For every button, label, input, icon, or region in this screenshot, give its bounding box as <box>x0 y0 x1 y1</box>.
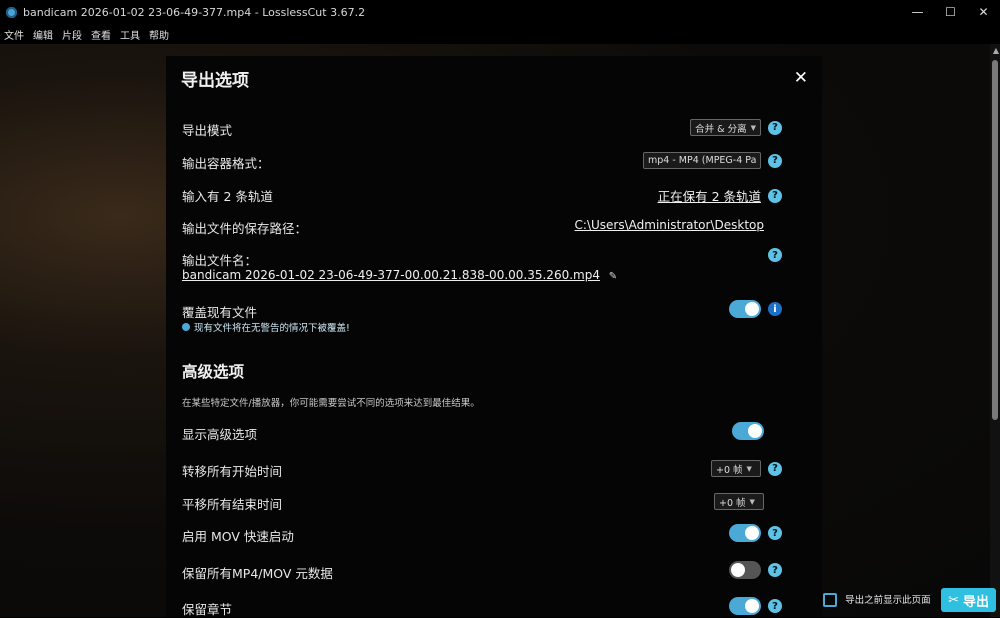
container-value: mp4 - MP4 (MPEG-4 Pa <box>648 155 757 166</box>
shift-end-select[interactable]: +0 帧 ▼ <box>714 493 764 510</box>
scroll-thumb[interactable] <box>992 60 998 420</box>
shift-start-row: 转移所有开始时间 +0 帧 ▼ ? <box>182 460 802 480</box>
help-icon[interactable]: ? <box>768 248 782 262</box>
save-path-link[interactable]: C:\Users\Administrator\Desktop <box>575 218 764 232</box>
filename-row: bandicam 2026-01-02 23-06-49-377-00.00.2… <box>182 268 802 282</box>
preserve-chapters-label: 保留章节 <box>182 602 233 617</box>
mov-faststart-row: 启用 MOV 快速启动 ? <box>182 524 802 545</box>
close-dialog-button[interactable]: ✕ <box>794 68 808 88</box>
export-mode-select[interactable]: 合并 & 分离 ▼ <box>690 119 761 136</box>
menu-tools[interactable]: 工具 <box>116 27 145 42</box>
preserve-meta-row: 保留所有MP4/MOV 元数据 ? <box>182 561 802 582</box>
preserve-chapters-row: 保留章节 ? <box>182 597 802 618</box>
chevron-down-icon: ▼ <box>749 497 755 506</box>
window-controls: — ☐ ✕ <box>901 0 1000 24</box>
overwrite-label: 覆盖现有文件 <box>182 305 258 320</box>
filename-label: 输出文件名： <box>182 253 258 268</box>
bottom-bar: 导出之前显示此页面 ✂ 导出 <box>823 583 1000 617</box>
overwrite-row: 覆盖现有文件 i <box>182 300 802 321</box>
overwrite-toggle[interactable] <box>729 300 761 318</box>
info-dot-icon <box>182 323 190 331</box>
preserve-meta-label: 保留所有MP4/MOV 元数据 <box>182 566 333 581</box>
container-row: 输出容器格式： mp4 - MP4 (MPEG-4 Pa ▼ ? <box>182 152 802 172</box>
show-before-export-text[interactable]: 导出之前显示此页面 <box>845 595 933 606</box>
close-window-button[interactable]: ✕ <box>967 0 1000 24</box>
menu-view[interactable]: 查看 <box>87 27 116 42</box>
calendar-icon[interactable] <box>823 593 838 607</box>
shift-end-label: 平移所有结束时间 <box>182 497 283 512</box>
chevron-down-icon: ▼ <box>750 123 756 132</box>
mov-faststart-label: 启用 MOV 快速启动 <box>182 529 294 544</box>
preserve-meta-toggle[interactable] <box>729 561 761 579</box>
export-options-dialog: 导出选项 ✕ 导出模式 合并 & 分离 ▼ ? 输出容器格式： mp4 - MP… <box>166 56 822 617</box>
save-path-row: 输出文件的保存路径： C:\Users\Administrator\Deskto… <box>182 218 802 237</box>
dialog-title: 导出选项 <box>181 71 249 91</box>
maximize-button[interactable]: ☐ <box>934 0 967 24</box>
overwrite-note: 现有文件将在无警告的情况下被覆盖! <box>182 320 802 334</box>
minimize-button[interactable]: — <box>901 0 934 24</box>
help-icon[interactable]: ? <box>768 153 782 168</box>
chevron-down-icon: ▼ <box>760 157 761 165</box>
advanced-title: 高级选项 <box>182 363 245 381</box>
export-button[interactable]: ✂ 导出 <box>941 588 996 612</box>
export-label: 导出 <box>962 594 989 610</box>
shift-start-label: 转移所有开始时间 <box>182 464 283 479</box>
scissors-icon: ✂ <box>948 592 959 608</box>
shift-end-row: 平移所有结束时间 +0 帧 ▼ <box>182 493 802 513</box>
tracks-row: 输入有 2 条轨道 正在保有 2 条轨道 ? <box>182 186 802 205</box>
container-select[interactable]: mp4 - MP4 (MPEG-4 Pa ▼ <box>643 152 761 169</box>
save-path-label: 输出文件的保存路径： <box>182 221 308 236</box>
filename-label-row: 输出文件名： ? <box>182 248 802 269</box>
menu-edit[interactable]: 编辑 <box>29 27 58 42</box>
overwrite-note-text: 现有文件将在无警告的情况下被覆盖! <box>194 323 350 334</box>
window-title: bandicam 2026-01-02 23-06-49-377.mp4 - L… <box>23 5 366 19</box>
shift-start-select[interactable]: +0 帧 ▼ <box>711 460 761 477</box>
export-mode-value: 合并 & 分离 <box>695 123 747 135</box>
edit-icon[interactable]: ✎ <box>609 271 617 282</box>
chevron-down-icon: ▼ <box>746 464 752 473</box>
export-mode-label: 导出模式 <box>182 123 233 138</box>
filename-link[interactable]: bandicam 2026-01-02 23-06-49-377-00.00.2… <box>182 268 600 282</box>
app-icon <box>6 6 17 18</box>
show-advanced-toggle[interactable] <box>732 422 764 440</box>
container-label: 输出容器格式： <box>182 156 270 171</box>
export-mode-row: 导出模式 合并 & 分离 ▼ ? <box>182 119 802 139</box>
help-icon[interactable]: ? <box>768 188 782 203</box>
preserve-chapters-toggle[interactable] <box>729 597 761 615</box>
help-icon[interactable]: ? <box>768 563 782 577</box>
help-icon[interactable]: ? <box>768 526 782 540</box>
menubar: 文件 编辑 片段 查看 工具 帮助 <box>0 24 1000 44</box>
scroll-up-icon[interactable]: ▲ <box>993 46 999 55</box>
info-icon[interactable]: i <box>768 302 782 316</box>
advanced-description: 在某些特定文件/播放器，你可能需要尝试不同的选项来达到最佳结果。 <box>182 398 480 409</box>
tracks-link[interactable]: 正在保有 2 条轨道 <box>658 186 761 205</box>
shift-start-value: +0 帧 <box>716 464 743 476</box>
tracks-label: 输入有 2 条轨道 <box>182 189 273 204</box>
show-advanced-label: 显示高级选项 <box>182 427 258 442</box>
show-advanced-row: 显示高级选项 <box>182 422 802 443</box>
shift-end-value: +0 帧 <box>719 497 746 509</box>
menu-file[interactable]: 文件 <box>0 27 29 42</box>
help-icon[interactable]: ? <box>768 120 782 135</box>
menu-segments[interactable]: 片段 <box>58 27 87 42</box>
mov-faststart-toggle[interactable] <box>729 524 761 542</box>
help-icon[interactable]: ? <box>768 599 782 613</box>
help-icon[interactable]: ? <box>768 461 782 476</box>
titlebar: bandicam 2026-01-02 23-06-49-377.mp4 - L… <box>0 0 1000 24</box>
menu-help[interactable]: 帮助 <box>145 27 174 42</box>
